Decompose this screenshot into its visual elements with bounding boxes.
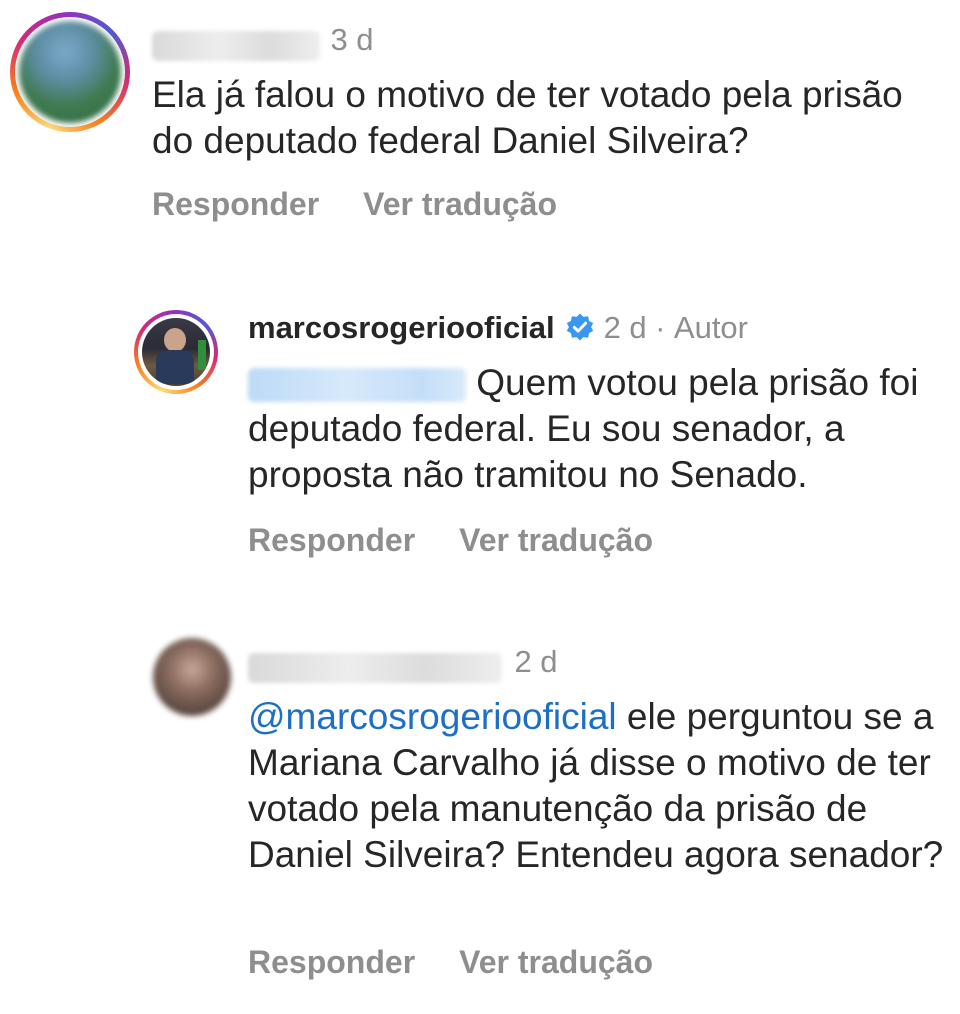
avatar-3[interactable] [153,638,231,716]
comment-2-text: Quem votou pela prisão foi deputado fede… [248,360,948,498]
avatar-1 [19,21,121,123]
reply-button-2[interactable]: Responder [248,522,415,558]
username-1-blurred[interactable] [152,30,320,61]
author-badge: Autor [673,310,749,345]
mention-blurred[interactable] [248,368,466,403]
verified-badge-icon [565,312,595,347]
avatar-2-story-ring[interactable] [134,310,218,394]
comment-1-time: 3 d [330,22,374,57]
username-2[interactable]: marcosrogeriooficial [248,310,555,345]
meta-separator: · [655,310,666,345]
comment-3-time: 2 d [514,644,558,679]
comment-2-actions: Responder Ver tradução [248,522,697,559]
comment-1-actions: Responder Ver tradução [152,186,601,223]
translate-button-2[interactable]: Ver tradução [459,522,653,558]
reply-button-1[interactable]: Responder [152,186,319,222]
avatar-2 [142,318,210,386]
username-3-blurred[interactable] [248,652,502,683]
comment-3-actions: Responder Ver tradução [248,944,697,981]
comment-1: 3 d Ela já falou o motivo de ter votado … [0,0,960,240]
translate-button-3[interactable]: Ver tradução [459,944,653,980]
comment-2-header: marcosrogeriooficial 2 d · Autor [248,310,748,347]
avatar-1-story-ring[interactable] [10,12,130,132]
mention-link[interactable]: @marcosrogeriooficial [248,696,617,737]
translate-button-1[interactable]: Ver tradução [363,186,557,222]
comment-1-header: 3 d [152,22,374,61]
comment-1-text: Ela já falou o motivo de ter votado pela… [152,74,903,161]
comment-3-text: @marcosrogeriooficial ele perguntou se a… [248,694,948,878]
comment-2: marcosrogeriooficial 2 d · Autor Quem vo… [0,300,960,580]
comment-3: 2 d @marcosrogeriooficial ele perguntou … [0,630,960,1014]
reply-button-3[interactable]: Responder [248,944,415,980]
comment-2-time: 2 d [603,310,647,345]
comment-3-header: 2 d [248,644,558,683]
